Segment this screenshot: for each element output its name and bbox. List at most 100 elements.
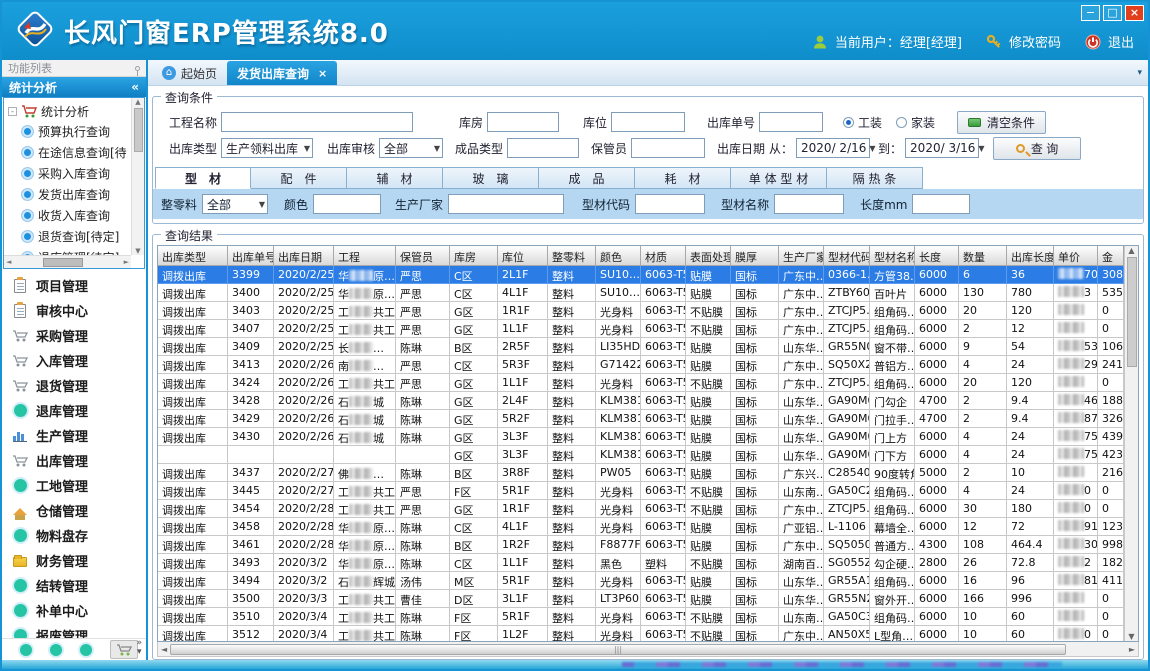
- column-header[interactable]: 材质: [641, 246, 686, 266]
- column-header[interactable]: 膜厚: [731, 246, 779, 266]
- search-button[interactable]: 查 询: [993, 137, 1081, 160]
- table-row[interactable]: 调拨出库34292020/2/26石城陈琳G区5R2F整料KLM38176063…: [158, 410, 1124, 428]
- column-header[interactable]: 型材名称: [870, 246, 915, 266]
- table-row[interactable]: 调拨出库35122020/3/4工共工程陈琳F区1L2F整料光身料6063-T5…: [158, 626, 1124, 641]
- table-row[interactable]: 调拨出库34132020/2/26南…严思C区5R3F整料G714226063-…: [158, 356, 1124, 374]
- keeper-input[interactable]: [631, 138, 705, 158]
- sidebar-module-item[interactable]: 审核中心: [2, 298, 146, 323]
- profile-code-input[interactable]: [635, 194, 705, 214]
- location-input[interactable]: [611, 112, 685, 132]
- grid-horizontal-scrollbar[interactable]: ◄►: [157, 642, 1139, 657]
- tree-root-node[interactable]: - 统计分析: [8, 101, 131, 121]
- project-name-input[interactable]: [221, 112, 413, 132]
- material-tab[interactable]: 隔 热 条: [827, 167, 923, 189]
- material-tab[interactable]: 配 件: [251, 167, 347, 189]
- overflow-chevron[interactable]: »▾: [136, 639, 142, 657]
- sidebar-module-item[interactable]: 仓储管理: [2, 498, 146, 523]
- close-button[interactable]: ×: [1125, 5, 1144, 21]
- tab-overflow-icon[interactable]: ▾: [1137, 68, 1142, 78]
- tab-outbound-query[interactable]: 发货出库查询 ×: [227, 61, 337, 85]
- column-header[interactable]: 金: [1098, 246, 1124, 266]
- sidebar-tree-item[interactable]: 预算执行查询: [8, 121, 131, 142]
- table-row[interactable]: 调拨出库34542020/2/28工共工程严思G区1R1F整料光身料6063-T…: [158, 500, 1124, 518]
- logout-link[interactable]: 退出: [1108, 32, 1134, 51]
- cart-module-button[interactable]: [110, 640, 138, 659]
- table-row[interactable]: 调拨出库33992020/2/25华原…严思C区2L1F整料SU10…6063-…: [158, 266, 1124, 284]
- module-dot-icon[interactable]: [20, 644, 32, 656]
- column-header[interactable]: 长度: [915, 246, 959, 266]
- sidebar-section-header[interactable]: 统计分析 «: [2, 77, 146, 97]
- sidebar-module-item[interactable]: 补单中心: [2, 598, 146, 623]
- table-row[interactable]: 调拨出库34372020/2/27佛…陈琳B区3R8F整料PW056063-T5…: [158, 464, 1124, 482]
- table-row[interactable]: 调拨出库34942020/3/2石辉城汤伟M区5R1F整料光身料6063-T5贴…: [158, 572, 1124, 590]
- material-tab[interactable]: 型 材: [155, 167, 251, 189]
- column-header[interactable]: 单价: [1054, 246, 1098, 266]
- material-tab[interactable]: 辅 材: [347, 167, 443, 189]
- tree-horizontal-scrollbar[interactable]: ◄►: [4, 255, 131, 268]
- sidebar-module-item[interactable]: 生产管理: [2, 423, 146, 448]
- collapse-icon[interactable]: «: [131, 80, 139, 94]
- date-to-picker[interactable]: 2020/ 3/16▼: [905, 138, 979, 158]
- table-row[interactable]: 调拨出库34612020/2/28华原…陈琳B区1R2F整料F8877FT606…: [158, 536, 1124, 554]
- column-header[interactable]: 数量: [959, 246, 1007, 266]
- column-header[interactable]: 型材代码: [824, 246, 870, 266]
- color-input[interactable]: [313, 194, 381, 214]
- sidebar-tree-item[interactable]: 在途信息查询[待: [8, 142, 131, 163]
- audit-select[interactable]: 全部▼: [379, 138, 443, 158]
- profile-name-input[interactable]: [774, 194, 844, 214]
- sidebar-module-item[interactable]: 出库管理: [2, 448, 146, 473]
- change-password-link[interactable]: 修改密码: [1009, 32, 1061, 51]
- table-row[interactable]: 调拨出库34092020/2/25长…陈琳B区2R5F整料LI35HD6063-…: [158, 338, 1124, 356]
- column-header[interactable]: 生产厂家: [779, 246, 824, 266]
- whole-piece-select[interactable]: 全部▼: [202, 194, 268, 214]
- column-header[interactable]: 保管员: [396, 246, 450, 266]
- table-row[interactable]: 调拨出库34242020/2/26工共工程严思G区1L1F整料光身料6063-T…: [158, 374, 1124, 392]
- table-row[interactable]: 调拨出库35102020/3/4工共工程陈琳F区5R1F整料光身料6063-T5…: [158, 608, 1124, 626]
- date-from-picker[interactable]: 2020/ 2/16▼: [796, 138, 870, 158]
- table-row[interactable]: 调拨出库35002020/3/3工共工程曹佳D区3L1F整料LT3P606063…: [158, 590, 1124, 608]
- table-row[interactable]: 调拨出库34002020/2/25华原…严思C区4L1F整料SU10…6063-…: [158, 284, 1124, 302]
- minimize-button[interactable]: −: [1081, 5, 1100, 21]
- table-row[interactable]: 调拨出库34932020/3/2华原…陈琳C区1L1F整料黑色塑料不贴膜国标湖南…: [158, 554, 1124, 572]
- material-tab[interactable]: 成 品: [539, 167, 635, 189]
- table-row[interactable]: 调拨出库34582020/2/28华原…陈琳C区4L1F整料光身料6063-T5…: [158, 518, 1124, 536]
- material-tab[interactable]: 玻 璃: [443, 167, 539, 189]
- module-dot-icon[interactable]: [80, 644, 92, 656]
- table-row[interactable]: 调拨出库34452020/2/27工共工程严思F区5R1F整料光身料6063-T…: [158, 482, 1124, 500]
- sidebar-tree-item[interactable]: 退货查询[待定]: [8, 226, 131, 247]
- sidebar-module-item[interactable]: 退库管理: [2, 398, 146, 423]
- tab-home[interactable]: ⌂ 起始页: [152, 61, 227, 85]
- sidebar-module-item[interactable]: 报废管理: [2, 623, 146, 638]
- tab-close-icon[interactable]: ×: [318, 67, 327, 80]
- sidebar-module-item[interactable]: 采购管理: [2, 323, 146, 348]
- column-header[interactable]: 表面处理: [686, 246, 731, 266]
- column-header[interactable]: 出库单号: [228, 246, 274, 266]
- table-row[interactable]: 调拨出库34072020/2/25工共工程严思G区1L1F整料光身料6063-T…: [158, 320, 1124, 338]
- sidebar-tree-item[interactable]: 收货入库查询: [8, 205, 131, 226]
- column-header[interactable]: 颜色: [596, 246, 641, 266]
- warehouse-input[interactable]: [487, 112, 559, 132]
- column-header[interactable]: 库位: [498, 246, 548, 266]
- table-row[interactable]: 调拨出库34282020/2/26石城陈琳G区2L4F整料KLM38176063…: [158, 392, 1124, 410]
- column-header[interactable]: 工程: [334, 246, 396, 266]
- table-row[interactable]: G区3L3F整料KLM38176063-T5贴膜国标山东华…GA90M09…门下…: [158, 446, 1124, 464]
- column-header[interactable]: 出库类型: [158, 246, 228, 266]
- product-type-input[interactable]: [507, 138, 579, 158]
- order-no-input[interactable]: [759, 112, 823, 132]
- tree-vertical-scrollbar[interactable]: ▲▼: [131, 98, 144, 255]
- column-header[interactable]: 库房: [450, 246, 498, 266]
- module-dot-icon[interactable]: [50, 644, 62, 656]
- grid-vertical-scrollbar[interactable]: ▲▼: [1124, 246, 1138, 641]
- sidebar-tree-item[interactable]: 发货出库查询: [8, 184, 131, 205]
- sidebar-module-item[interactable]: 退货管理: [2, 373, 146, 398]
- sidebar-module-item[interactable]: 物料盘存: [2, 523, 146, 548]
- sidebar-tree-item[interactable]: 采购入库查询: [8, 163, 131, 184]
- table-row[interactable]: 调拨出库34032020/2/25工共工程严思G区1R1F整料光身料6063-T…: [158, 302, 1124, 320]
- radio-industrial[interactable]: [843, 117, 854, 128]
- column-header[interactable]: 出库长度: [1007, 246, 1054, 266]
- sidebar-module-item[interactable]: 工地管理: [2, 473, 146, 498]
- clear-conditions-button[interactable]: 清空条件: [957, 111, 1046, 134]
- column-header[interactable]: 整零料: [548, 246, 596, 266]
- sidebar-module-item[interactable]: 项目管理: [2, 273, 146, 298]
- material-tab[interactable]: 单 体 型 材: [731, 167, 827, 189]
